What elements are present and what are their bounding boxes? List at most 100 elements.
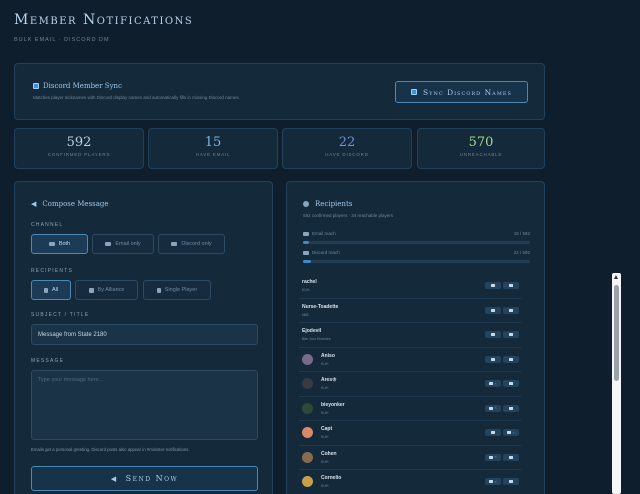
- chat-icon: [171, 242, 178, 246]
- envelope-icon: [489, 406, 494, 410]
- email-status-badge: [485, 306, 501, 314]
- subject-label: Subject / Title: [31, 312, 90, 318]
- chat-icon: [509, 308, 513, 312]
- discord-status-badge: [503, 453, 519, 461]
- envelope-icon: [303, 231, 309, 236]
- x-icon: ×: [494, 380, 497, 386]
- envelope-icon: [489, 455, 494, 459]
- chat-icon: [509, 382, 513, 385]
- discord-reach-fill: [303, 260, 312, 263]
- recipient-row[interactable]: Cohen KUH ×: [299, 446, 521, 470]
- channel-option-both[interactable]: Both: [31, 234, 88, 254]
- discord-status-badge: [503, 355, 519, 363]
- stat-have-discord: 22 Have Discord: [282, 128, 412, 169]
- discord-status-badge: [503, 331, 519, 338]
- discord-status-badge: [503, 306, 519, 314]
- recipient-alliance: KUH: [321, 435, 329, 439]
- email-reach-bar: [303, 241, 530, 244]
- send-now-button[interactable]: ◀ Send Now: [31, 466, 258, 491]
- envelope-icon: [491, 357, 495, 361]
- channel-label: Channel: [31, 222, 64, 228]
- recipient-alliance: KUH: [321, 484, 329, 488]
- recipient-alliance: Bite Your Enemies: [302, 337, 331, 341]
- recipient-row[interactable]: bieyonker KUH ×: [299, 397, 521, 421]
- recipient-list[interactable]: rachel KUH Nurse-Toadette NkB Ejodevil Bite…: [299, 274, 529, 494]
- recipients-panel: Recipients 592 confirmed players · 34 re…: [286, 181, 545, 494]
- recipient-row[interactable]: Ejodevil Bite Your Enemies: [299, 323, 521, 348]
- recipients-summary: 592 confirmed players · 34 reachable pla…: [303, 213, 394, 218]
- users-icon: [303, 201, 309, 207]
- recipient-row[interactable]: Cornelio KUH ×: [299, 470, 521, 494]
- stat-unreachable: 570 Unreachable: [417, 128, 545, 169]
- envelope-icon: [491, 333, 495, 336]
- recipients-title: Recipients: [303, 200, 352, 208]
- email-reach-fill: [303, 241, 309, 244]
- recipient-list-scrollbar[interactable]: [612, 273, 621, 494]
- page-subtitle: Bulk email · Discord DM: [14, 37, 110, 43]
- channel-option-email-only[interactable]: Email only: [92, 234, 154, 254]
- message-textarea[interactable]: Type your message here...: [31, 370, 258, 440]
- recipient-row[interactable]: rachel KUH: [299, 274, 521, 299]
- recipient-row[interactable]: Nurse-Toadette NkB: [299, 299, 521, 323]
- email-status-badge: ×: [485, 478, 501, 485]
- stat-value: 22: [338, 135, 356, 150]
- subject-input[interactable]: Message from State 2180: [31, 324, 258, 345]
- sync-title: Discord Member Sync: [33, 82, 122, 90]
- recipient-name: Cohen: [321, 450, 337, 457]
- recipient-name: Ejodevil: [302, 328, 322, 334]
- option-label: Discord only: [181, 241, 212, 247]
- recipient-option-by-alliance[interactable]: By Alliance: [75, 280, 138, 300]
- email-status-badge: [485, 282, 501, 289]
- envelope-icon: [105, 242, 112, 246]
- recipient-alliance: KUH: [321, 361, 329, 366]
- megaphone-icon: ◀: [110, 474, 118, 483]
- option-label: Email only: [115, 241, 141, 247]
- compose-title: ◀ Compose Message: [31, 200, 109, 208]
- envelope-icon: [489, 480, 494, 483]
- scroll-up-arrow-icon[interactable]: [614, 275, 618, 279]
- user-icon: [156, 287, 161, 293]
- stat-label: Unreachable: [459, 152, 503, 157]
- megaphone-icon: ◀: [31, 200, 37, 208]
- stats-row: 592 Confirmed Players 15 Have Email 22 H…: [14, 128, 545, 169]
- recipient-row[interactable]: Aniso KUH: [299, 348, 521, 372]
- recipient-name: rachel: [302, 279, 317, 285]
- recipients-title-text: Recipients: [315, 200, 353, 208]
- stat-value: 592: [66, 135, 92, 150]
- discord-status-badge: [503, 282, 519, 289]
- email-status-badge: [485, 429, 501, 436]
- sync-discord-names-button[interactable]: Sync Discord Names: [395, 81, 528, 103]
- chat-icon: [509, 357, 513, 361]
- stat-value: 15: [204, 135, 222, 150]
- recipient-alliance: KUH: [321, 459, 329, 464]
- recipient-alliance: KUH: [321, 410, 329, 415]
- channel-option-discord-only[interactable]: Discord only: [158, 234, 225, 254]
- email-status-badge: ×: [485, 404, 501, 412]
- discord-status-badge: [503, 478, 519, 485]
- envelope-icon: [489, 382, 494, 385]
- chat-icon: [507, 431, 512, 434]
- recipient-row[interactable]: Ares♔ KUH ×: [299, 372, 521, 397]
- recipient-option-single-player[interactable]: Single Player: [143, 280, 211, 300]
- discord-status-badge: [503, 404, 519, 412]
- discord-reach-count: 22 / 592: [513, 250, 530, 255]
- recipient-option-all[interactable]: All: [31, 280, 71, 300]
- chat-icon: [509, 480, 513, 483]
- chat-icon: [509, 333, 513, 336]
- x-icon: ×: [494, 454, 497, 459]
- scrollbar-thumb[interactable]: [614, 285, 619, 381]
- recipient-row[interactable]: Capt KUH ×: [299, 421, 521, 446]
- discord-status-badge: ×: [503, 429, 519, 436]
- stat-value: 570: [468, 135, 494, 150]
- envelope-icon: [491, 308, 495, 312]
- recipient-name: Ares♔: [321, 377, 337, 383]
- envelope-icon: [491, 431, 495, 434]
- stat-label: Have Email: [195, 152, 231, 157]
- recipient-alliance: NkB: [302, 312, 309, 317]
- recipient-alliance: KUH: [321, 386, 329, 390]
- sync-button-label: Sync Discord Names: [423, 87, 512, 97]
- avatar: [302, 378, 313, 389]
- chat-icon: [509, 455, 513, 459]
- avatar: [302, 402, 313, 414]
- recipient-alliance: KUH: [302, 288, 310, 292]
